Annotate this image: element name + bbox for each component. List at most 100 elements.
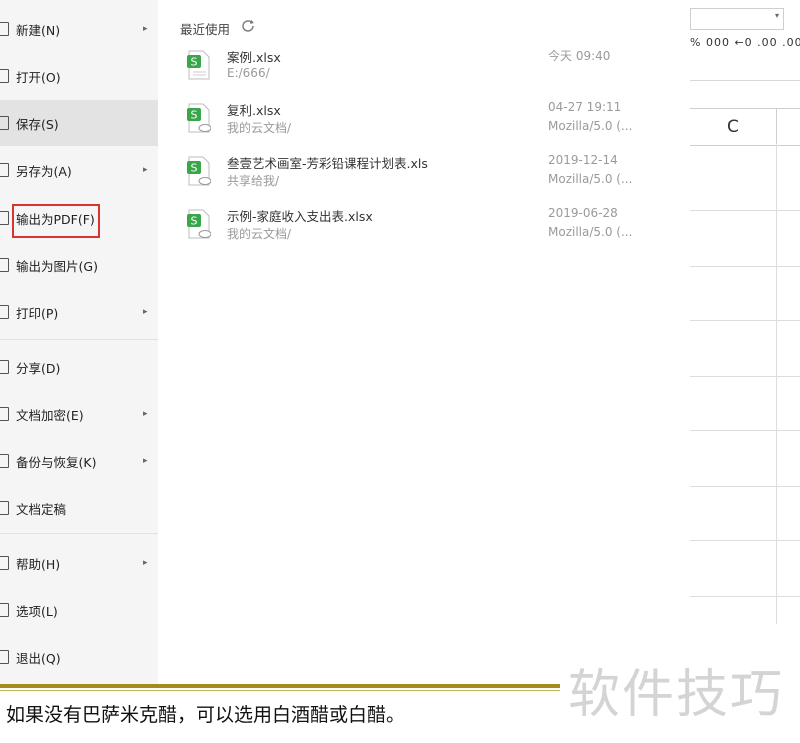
cloud-spreadsheet-file-icon: S (187, 209, 211, 239)
submenu-arrow-icon: ▸ (143, 24, 148, 34)
column-header-label: C (727, 117, 739, 137)
column-header[interactable]: C (690, 108, 800, 146)
grid-line (776, 144, 777, 624)
grid-line (690, 430, 800, 431)
file-menu: 新建(N) ▸ 打开(O) 保存(S) 另存为(A) ▸ 输出为PDF(F) 输… (0, 0, 158, 684)
column-separator (776, 109, 777, 145)
spreadsheet-area: ▾ % 000 ←0 .00 .00 →0 C (690, 0, 800, 670)
recent-file-item[interactable]: S 复利.xlsx 我的云文档/ 04-27 19:11 Mozilla/5.0… (158, 100, 690, 153)
recent-files-panel: 最近使用 S 案例.xlsx E:/666/ 今天 09:40 S 复利.xls… (158, 0, 690, 670)
file-path: 我的云文档/ (227, 121, 292, 135)
menu-item-options[interactable]: 选项(L) (0, 587, 158, 633)
recent-file-item[interactable]: S 示例-家庭收入支出表.xlsx 我的云文档/ 2019-06-28 Mozi… (158, 206, 690, 259)
menu-item-share[interactable]: 分享(D) (0, 344, 158, 390)
file-date: 2019-12-14 (548, 153, 618, 167)
file-date: 2019-06-28 (548, 206, 618, 220)
menu-item-label: 分享(D) (16, 360, 61, 376)
grid-line (690, 486, 800, 487)
submenu-arrow-icon: ▸ (143, 558, 148, 568)
exit-icon (0, 650, 9, 664)
options-icon (0, 603, 9, 617)
highlight-box (12, 204, 100, 238)
menu-item-label: 打印(P) (16, 305, 59, 321)
submenu-arrow-icon: ▸ (143, 307, 148, 317)
grid-line (690, 266, 800, 267)
menu-item-save-as[interactable]: 另存为(A) ▸ (0, 147, 158, 193)
svg-text:S: S (191, 109, 198, 122)
number-format-select[interactable]: ▾ (690, 8, 784, 30)
file-source: Mozilla/5.0 (... (548, 119, 633, 133)
watermark: 软件技巧 (568, 665, 785, 725)
file-name: 叁壹艺术画室-芳彩铅课程计划表.xls (227, 156, 428, 171)
menu-item-save[interactable]: 保存(S) (0, 100, 158, 146)
help-icon (0, 556, 9, 570)
menu-item-label: 选项(L) (16, 603, 58, 619)
menu-item-label: 新建(N) (16, 22, 61, 38)
menu-item-print[interactable]: 打印(P) ▸ (0, 289, 158, 335)
file-date: 今天 09:40 (548, 49, 611, 63)
menu-item-export-image[interactable]: 输出为图片(G) (0, 242, 158, 288)
file-path: E:/666/ (227, 66, 270, 80)
print-icon (0, 305, 9, 319)
recent-title: 最近使用 (180, 22, 231, 37)
menu-item-open[interactable]: 打开(O) (0, 53, 158, 99)
toolbar-divider (690, 80, 800, 81)
menu-item-label: 文档定稿 (16, 501, 67, 517)
file-date: 04-27 19:11 (548, 100, 622, 114)
svg-text:S: S (191, 162, 198, 175)
grid-line (690, 540, 800, 541)
file-name: 案例.xlsx (227, 50, 281, 65)
file-path: 共享给我/ (227, 174, 280, 188)
spreadsheet-file-icon: S (187, 50, 210, 80)
caption-bar (0, 684, 560, 688)
menu-item-help[interactable]: 帮助(H) ▸ (0, 540, 158, 586)
number-format-buttons[interactable]: % 000 ←0 .00 .00 →0 (690, 36, 800, 49)
shared-spreadsheet-file-icon: S (187, 156, 211, 186)
menu-item-label: 退出(Q) (16, 650, 61, 666)
image-icon (0, 258, 9, 272)
refresh-icon[interactable] (240, 18, 256, 34)
save-as-icon (0, 163, 9, 177)
menu-item-new[interactable]: 新建(N) ▸ (0, 6, 158, 52)
svg-text:S: S (191, 56, 198, 69)
share-icon (0, 360, 9, 374)
finalize-icon (0, 501, 9, 515)
menu-item-label: 打开(O) (16, 69, 61, 85)
grid-line (690, 596, 800, 597)
menu-item-label: 备份与恢复(K) (16, 454, 97, 470)
menu-divider (0, 533, 158, 534)
menu-item-encrypt[interactable]: 文档加密(E) ▸ (0, 391, 158, 437)
file-name: 复利.xlsx (227, 103, 281, 118)
pdf-icon (0, 211, 9, 225)
grid-line (690, 376, 800, 377)
save-icon (0, 116, 9, 130)
caption-rule (0, 690, 560, 691)
file-path: 我的云文档/ (227, 227, 292, 241)
file-name: 示例-家庭收入支出表.xlsx (227, 209, 373, 224)
menu-item-label: 文档加密(E) (16, 407, 84, 423)
menu-item-label: 帮助(H) (16, 556, 61, 572)
grid-line (690, 210, 800, 211)
menu-item-label: 保存(S) (16, 116, 59, 132)
menu-item-finalize[interactable]: 文档定稿 (0, 485, 158, 531)
menu-item-backup[interactable]: 备份与恢复(K) ▸ (0, 438, 158, 484)
menu-item-exit[interactable]: 退出(Q) (0, 634, 158, 680)
submenu-arrow-icon: ▸ (143, 456, 148, 466)
backup-icon (0, 454, 9, 468)
open-icon (0, 69, 9, 83)
chevron-down-icon: ▾ (774, 11, 779, 20)
svg-text:S: S (191, 215, 198, 228)
file-source: Mozilla/5.0 (... (548, 172, 633, 186)
file-source: Mozilla/5.0 (... (548, 225, 633, 239)
new-icon (0, 22, 9, 36)
grid-line (690, 320, 800, 321)
submenu-arrow-icon: ▸ (143, 409, 148, 419)
cloud-spreadsheet-file-icon: S (187, 103, 211, 133)
recent-file-item[interactable]: S 叁壹艺术画室-芳彩铅课程计划表.xls 共享给我/ 2019-12-14 M… (158, 153, 690, 206)
menu-item-label: 输出为图片(G) (16, 258, 98, 274)
lock-icon (0, 407, 9, 421)
recent-file-item[interactable]: S 案例.xlsx E:/666/ 今天 09:40 (158, 49, 690, 100)
menu-divider (0, 339, 158, 340)
caption-text: 如果没有巴萨米克醋，可以选用白酒醋或白醋。 (6, 704, 406, 726)
menu-item-label: 另存为(A) (16, 163, 72, 179)
